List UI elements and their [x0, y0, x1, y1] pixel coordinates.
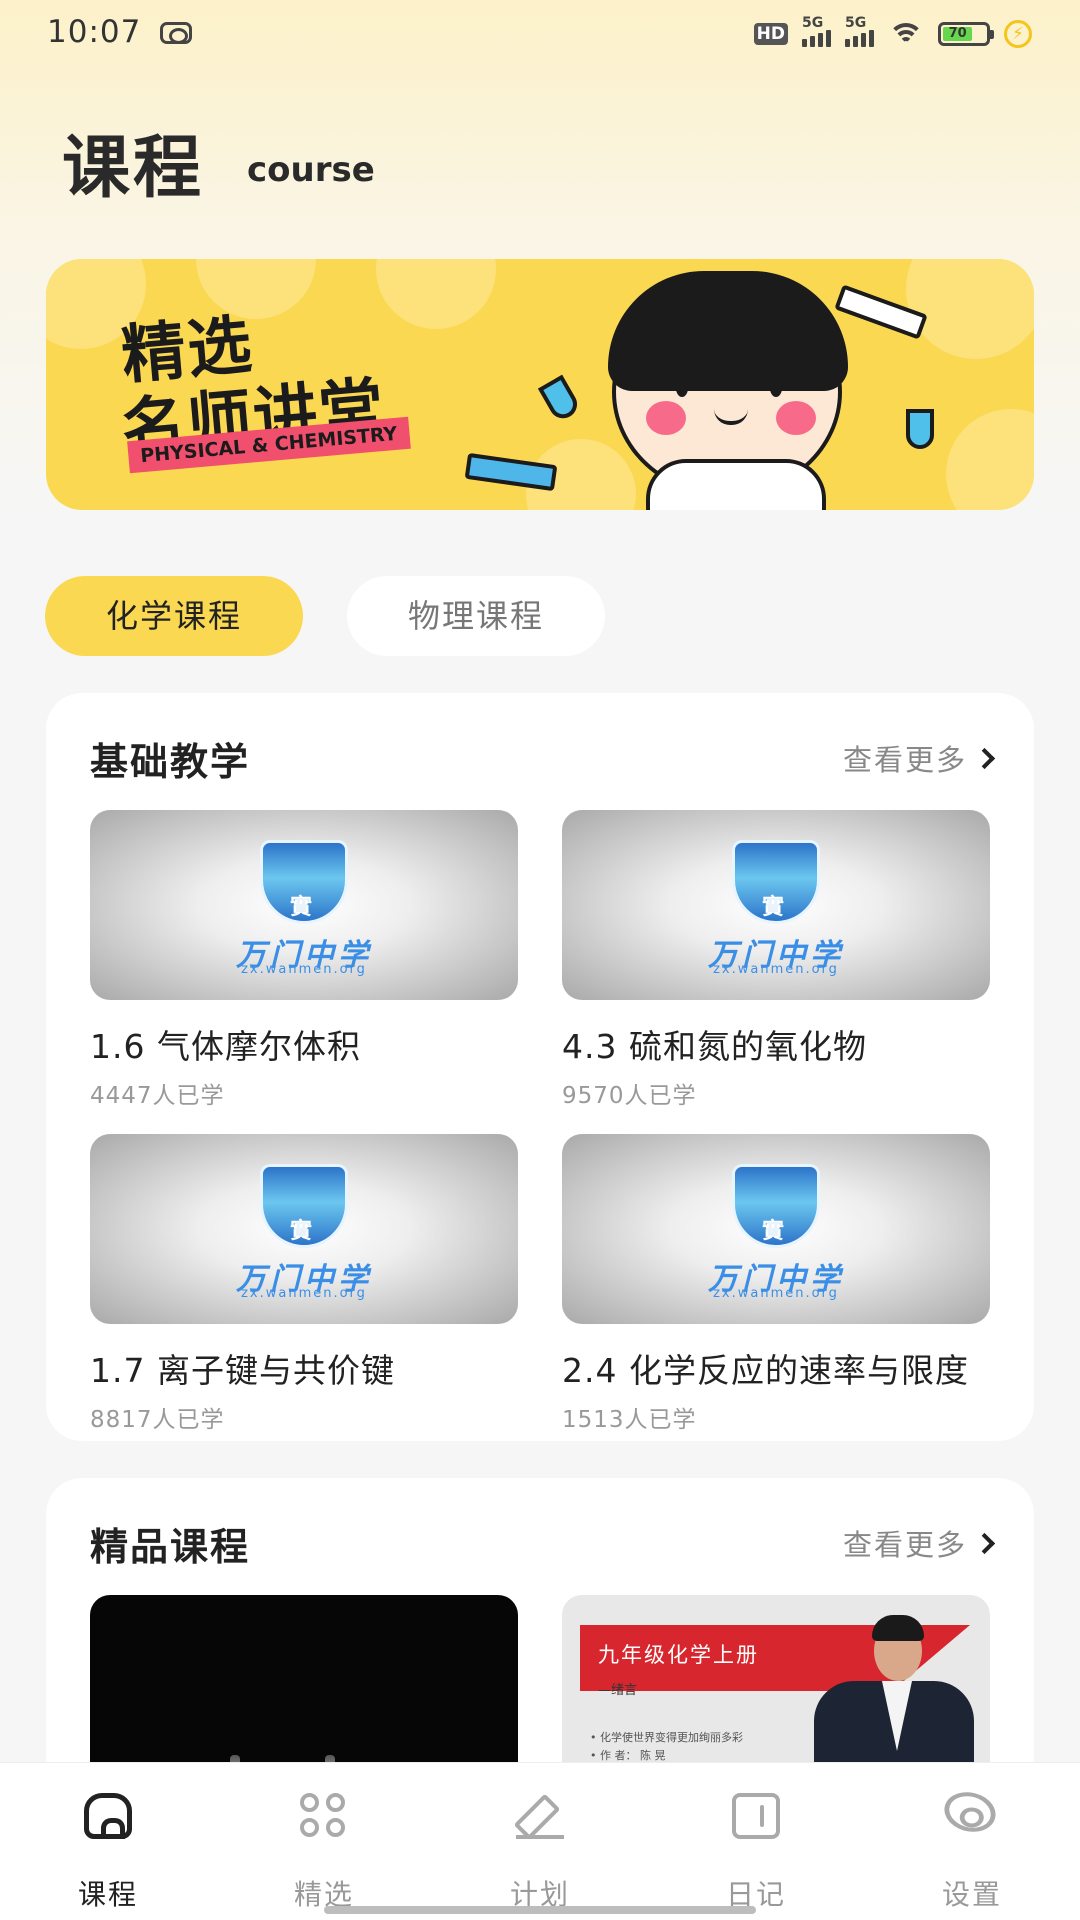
page-subtitle: course: [247, 150, 375, 190]
nav-item-featured[interactable]: 精选: [216, 1763, 432, 1920]
kid-eye: [676, 379, 688, 397]
school-logo-icon: [260, 1164, 348, 1248]
nav-label: 设置: [941, 1878, 1002, 1911]
course-name: 1.7 离子键与共价键: [90, 1351, 395, 1390]
logo-url: zx.wanmen.org: [713, 1286, 839, 1301]
learner-count: 8817人已学: [90, 1407, 225, 1433]
lecture-title: 九年级化学上册: [598, 1643, 759, 1667]
course-name: 1.6 气体摩尔体积: [90, 1027, 361, 1066]
kid-body: [646, 459, 826, 510]
signal-label: 5G: [802, 15, 824, 31]
home-icon: [84, 1793, 132, 1839]
kid-cheek: [776, 401, 816, 435]
section-title: 精品课程: [90, 1525, 251, 1569]
learner-count: 9570人已学: [562, 1083, 697, 1109]
kid-cheek: [646, 401, 686, 435]
signal-icon: 5G: [802, 15, 831, 47]
nav-item-settings[interactable]: 设置: [864, 1763, 1080, 1920]
nav-label: 课程: [77, 1878, 138, 1911]
tab-chemistry[interactable]: 化学课程: [45, 576, 303, 656]
see-more-label: 查看更多: [842, 1528, 967, 1562]
logo-url: zx.wanmen.org: [713, 962, 839, 977]
status-icons: HD 5G 5G 70 ⚡: [753, 15, 1032, 50]
basic-teaching-section: 基础教学 查看更多 万门中学 zx.wanmen.org 1.6 气体摩尔体积 …: [46, 693, 1034, 1441]
hd-icon: HD: [753, 23, 788, 45]
signal-icon-2: 5G: [845, 15, 874, 47]
grid-icon: [300, 1793, 348, 1839]
nav-item-plan[interactable]: 计划: [432, 1763, 648, 1920]
lecture-bullets: • 化学使世界变得更加绚丽多彩 • 作 者： 陈 晃: [590, 1729, 743, 1765]
kid-hair: [608, 271, 848, 391]
logo-url: zx.wanmen.org: [241, 962, 367, 977]
signal-label-2: 5G: [845, 15, 867, 31]
see-more-label: 查看更多: [842, 743, 967, 777]
lecture-subtitle: —绪言: [598, 1683, 638, 1698]
course-card[interactable]: 万门中学 zx.wanmen.org 4.3 硫和氮的氧化物 9570人已学: [562, 810, 990, 1110]
course-name: 4.3 硫和氮的氧化物: [562, 1027, 867, 1066]
status-bar: 10:07 HD 5G 5G 70 ⚡: [0, 0, 1080, 70]
home-indicator[interactable]: [324, 1906, 756, 1914]
battery-icon: 70: [938, 22, 994, 46]
lecture-bullet: • 化学使世界变得更加绚丽多彩: [590, 1731, 743, 1744]
course-card[interactable]: 万门中学 zx.wanmen.org 1.7 离子键与共价键 8817人已学: [90, 1134, 518, 1434]
chevron-right-icon: [973, 747, 996, 769]
nav-item-courses[interactable]: 课程: [0, 1763, 216, 1920]
teacher-hair: [872, 1615, 924, 1641]
course-thumbnail: 万门中学 zx.wanmen.org: [562, 810, 990, 1000]
diary-icon: [732, 1793, 780, 1839]
status-time: 10:07: [47, 14, 142, 50]
tab-physics[interactable]: 物理课程: [347, 576, 605, 656]
chevron-right-icon: [973, 1532, 996, 1554]
school-logo-icon: [732, 1164, 820, 1248]
course-card[interactable]: 万门中学 zx.wanmen.org 1.6 气体摩尔体积 4447人已学: [90, 810, 518, 1110]
page-title: 课程: [62, 129, 205, 208]
kid-eye: [770, 379, 782, 397]
course-name: 2.4 化学反应的速率与限度: [562, 1351, 969, 1390]
section-title: 基础教学: [90, 740, 251, 784]
course-thumbnail: 万门中学 zx.wanmen.org: [90, 1134, 518, 1324]
school-logo-icon: [732, 840, 820, 924]
wifi-icon: [888, 21, 924, 47]
screen-record-icon: [160, 22, 192, 44]
flask-icon: [537, 374, 583, 424]
battery-level: 70: [943, 27, 973, 41]
charging-icon: ⚡: [1004, 20, 1032, 48]
pen-icon: [516, 1793, 564, 1839]
promo-banner[interactable]: 精选 名师讲堂 PHYSICAL & CHEMISTRY: [46, 259, 1034, 510]
learner-count: 1513人已学: [562, 1407, 697, 1433]
nav-item-diary[interactable]: 日记: [648, 1763, 864, 1920]
eye-icon: [935, 1784, 1005, 1840]
school-logo-icon: [260, 840, 348, 924]
flask-icon: [906, 409, 934, 449]
course-thumbnail: 万门中学 zx.wanmen.org: [90, 810, 518, 1000]
logo-url: zx.wanmen.org: [241, 1286, 367, 1301]
bottom-nav: 课程 精选 计划 日记 设置: [0, 1762, 1080, 1920]
course-card[interactable]: 万门中学 zx.wanmen.org 2.4 化学反应的速率与限度 1513人已…: [562, 1134, 990, 1434]
course-thumbnail: 万门中学 zx.wanmen.org: [562, 1134, 990, 1324]
see-more-link[interactable]: 查看更多: [842, 737, 996, 779]
learner-count: 4447人已学: [90, 1083, 225, 1109]
see-more-link[interactable]: 查看更多: [842, 1522, 996, 1564]
